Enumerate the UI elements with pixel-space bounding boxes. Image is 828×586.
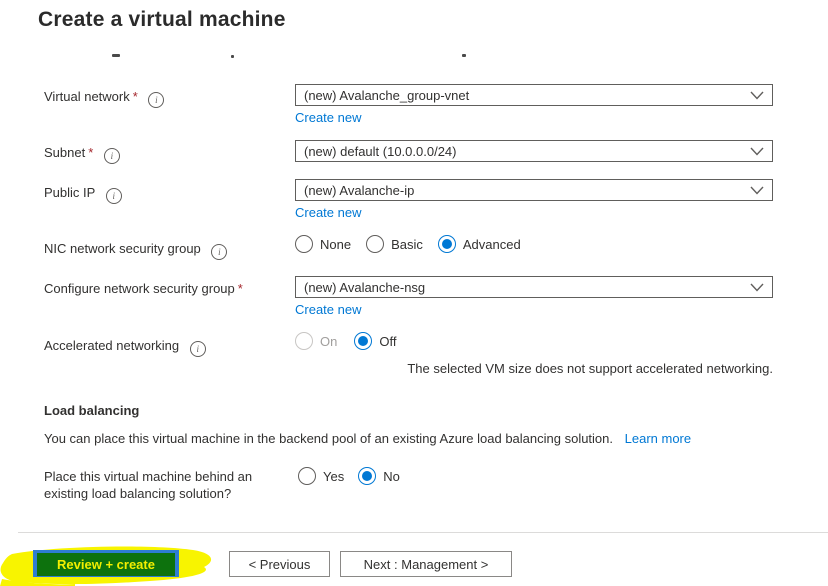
configure-nsg-label: Configure network security group * <box>44 281 243 296</box>
radio-circle <box>295 235 313 253</box>
radio-label: Off <box>379 333 397 349</box>
radio-advanced[interactable]: Advanced <box>437 235 521 253</box>
chevron-down-icon <box>750 91 764 100</box>
radio-on: On <box>295 332 337 350</box>
footer-divider <box>18 532 828 533</box>
radio-off[interactable]: Off <box>354 332 396 350</box>
info-icon[interactable]: i <box>211 244 228 260</box>
virtual-network-create-new-link[interactable]: Create new <box>295 110 361 125</box>
radio-label: None <box>320 236 352 252</box>
radio-circle <box>366 235 385 253</box>
question-line: existing load balancing solution? <box>44 486 232 501</box>
description-text: You can place this virtual machine in th… <box>44 431 614 446</box>
radio-circle <box>437 235 456 253</box>
subnet-dropdown[interactable]: (new) default (10.0.0.0/24) <box>295 140 773 162</box>
load-balancing-question: Place this virtual machine behind an exi… <box>44 468 296 502</box>
field-label-text: NIC network security group <box>44 241 201 256</box>
radio-none[interactable]: None <box>295 235 351 253</box>
field-label-text: Configure network security group <box>44 281 235 296</box>
subnet-label: Subnet * i <box>44 145 120 164</box>
nic-nsg-radio-group: None Basic Advanced <box>295 235 521 253</box>
next-management-button[interactable]: Next : Management > <box>340 551 512 577</box>
radio-circle <box>295 332 313 350</box>
accelerated-networking-label: Accelerated networking i <box>44 338 206 357</box>
chevron-down-icon <box>750 147 764 156</box>
question-line: Place this virtual machine behind an <box>44 469 253 484</box>
virtual-network-label: Virtual network * i <box>44 89 165 108</box>
public-ip-label: Public IP i <box>44 185 122 204</box>
field-label-text: Accelerated networking <box>44 338 180 353</box>
radio-no[interactable]: No <box>358 467 400 485</box>
create-vm-page: { "page": { "title": "Create a virtual m… <box>0 0 828 586</box>
review-create-button[interactable]: Review + create <box>37 553 175 576</box>
info-icon[interactable]: i <box>148 92 165 108</box>
radio-basic[interactable]: Basic <box>366 235 423 253</box>
info-icon[interactable]: i <box>103 148 120 164</box>
clipped-text-fragment <box>112 54 120 57</box>
radio-yes[interactable]: Yes <box>298 467 344 485</box>
vm-size-note: The selected VM size does not support ac… <box>407 361 773 376</box>
required-marker: * <box>132 89 138 104</box>
dropdown-value: (new) Avalanche-ip <box>304 182 415 198</box>
previous-button[interactable]: < Previous <box>229 551 330 577</box>
radio-circle <box>298 467 316 485</box>
info-icon[interactable]: i <box>105 188 122 204</box>
load-balancing-radio-group: Yes No <box>298 467 400 485</box>
page-title: Create a virtual machine <box>38 8 286 31</box>
info-icon[interactable]: i <box>189 341 206 357</box>
clipped-text-fragment <box>231 55 234 58</box>
radio-label: Yes <box>323 468 345 484</box>
radio-label: On <box>320 333 338 349</box>
radio-circle <box>354 332 373 350</box>
radio-label: No <box>383 468 400 484</box>
dropdown-value: (new) default (10.0.0.0/24) <box>304 143 457 159</box>
radio-label: Advanced <box>462 236 521 252</box>
dropdown-value: (new) Avalanche-nsg <box>304 279 426 295</box>
learn-more-link[interactable]: Learn more <box>625 431 691 446</box>
nic-nsg-label: NIC network security group i <box>44 241 228 260</box>
field-label-text: Subnet <box>44 145 86 160</box>
configure-nsg-create-new-link[interactable]: Create new <box>295 302 361 317</box>
radio-circle <box>358 467 377 485</box>
load-balancing-description: You can place this virtual machine in th… <box>44 431 691 446</box>
configure-nsg-dropdown[interactable]: (new) Avalanche-nsg <box>295 276 773 298</box>
chevron-down-icon <box>750 186 764 195</box>
field-label-text: Virtual network <box>44 89 130 104</box>
required-marker: * <box>88 145 94 160</box>
dropdown-value: (new) Avalanche_group-vnet <box>304 87 470 103</box>
public-ip-create-new-link[interactable]: Create new <box>295 205 361 220</box>
virtual-network-dropdown[interactable]: (new) Avalanche_group-vnet <box>295 84 773 106</box>
required-marker: * <box>237 281 243 296</box>
clipped-text-fragment <box>462 54 466 57</box>
field-label-text: Public IP <box>44 185 96 200</box>
accelerated-networking-radio-group: On Off <box>295 332 396 350</box>
radio-label: Basic <box>391 236 423 252</box>
chevron-down-icon <box>750 283 764 292</box>
public-ip-dropdown[interactable]: (new) Avalanche-ip <box>295 179 773 201</box>
load-balancing-heading: Load balancing <box>44 403 140 418</box>
